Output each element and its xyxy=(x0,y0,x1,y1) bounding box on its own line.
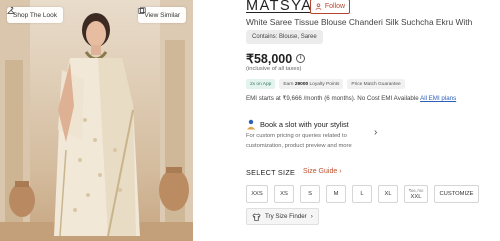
info-icon[interactable]: i xyxy=(296,54,306,63)
view-similar-icon xyxy=(138,7,146,14)
chevron-right-icon[interactable]: › xyxy=(374,127,377,138)
stylist-icon xyxy=(247,119,255,130)
size-option-xxs[interactable]: XXS xyxy=(246,185,268,203)
size-label: XXL xyxy=(410,194,422,200)
emi-info: EMI starts at ₹9,666 /month (6 months). … xyxy=(246,95,456,102)
size-options: XXS XS S M L XL ₹66,700 XXL CUSTOMIZE xyxy=(246,185,479,203)
brand-name-link[interactable]: MATSYA xyxy=(246,0,312,14)
view-similar-label: View Similar xyxy=(144,11,180,19)
select-size-label: SELECT SIZE xyxy=(246,168,296,177)
price-match-chip[interactable]: Price Match Guarantee xyxy=(347,79,405,89)
price: ₹58,000 xyxy=(246,52,293,66)
loyalty-points-value: 29000 xyxy=(294,81,309,87)
size-guide-label: Size Guide xyxy=(303,168,338,175)
product-details: MATSYA Follow White Saree Tissue Blouse … xyxy=(246,0,500,241)
size-option-customize[interactable]: CUSTOMIZE xyxy=(434,185,479,203)
size-option-l[interactable]: L xyxy=(352,185,372,203)
try-size-finder-label: Try Size Finder xyxy=(265,213,307,220)
try-size-finder-button[interactable]: Try Size Finder › xyxy=(246,208,319,225)
contains-chip: Contains: Blouse, Saree xyxy=(246,30,323,44)
shop-the-look-button[interactable]: Shop The Look xyxy=(7,7,63,23)
size-label: XL xyxy=(384,190,392,197)
size-label: L xyxy=(360,190,364,197)
size-guide-link[interactable]: Size Guide › xyxy=(303,168,342,175)
model-illustration xyxy=(0,0,193,241)
shirt-icon xyxy=(252,212,261,221)
size-label: S xyxy=(308,190,312,197)
size-label: XXS xyxy=(251,190,263,197)
size-guide-chevron-icon: › xyxy=(339,168,342,175)
loyalty-suffix: Loyalty Points xyxy=(309,81,340,87)
view-similar-button[interactable]: View Similar xyxy=(138,7,186,23)
price-row: ₹58,000 i xyxy=(246,51,306,66)
loyalty-prefix: Earn xyxy=(283,81,294,87)
hanger-icon xyxy=(7,7,15,14)
size-option-xl[interactable]: XL xyxy=(378,185,398,203)
size-option-m[interactable]: M xyxy=(326,185,346,203)
user-icon xyxy=(315,3,322,10)
offer-chips: 2x on App Earn 29000 Loyalty Points Pric… xyxy=(246,79,405,89)
size-option-xxl[interactable]: ₹66,700 XXL xyxy=(404,185,428,203)
follow-button[interactable]: Follow xyxy=(310,0,350,14)
size-label: CUSTOMIZE xyxy=(439,190,474,197)
stylist-description: For custom pricing or queries related to… xyxy=(246,133,352,149)
tax-note: (inclusive of all taxes) xyxy=(246,66,302,72)
loyalty-points-chip: Earn 29000 Loyalty Points xyxy=(279,79,344,89)
size-option-s[interactable]: S xyxy=(300,185,320,203)
emi-plans-link[interactable]: All EMI plans xyxy=(420,95,456,102)
size-label: M xyxy=(333,190,339,197)
size-label: XS xyxy=(280,190,288,197)
app-offer-chip: 2x on App xyxy=(246,79,276,89)
size-option-xs[interactable]: XS xyxy=(274,185,294,203)
stylist-title: Book a slot with your stylist xyxy=(260,120,349,129)
try-size-finder-chevron-icon: › xyxy=(310,213,313,220)
product-image[interactable]: Shop The Look View Similar xyxy=(0,0,193,241)
shop-the-look-label: Shop The Look xyxy=(13,11,57,19)
follow-label: Follow xyxy=(324,3,346,10)
emi-text: EMI starts at ₹9,666 /month (6 months). … xyxy=(246,95,421,102)
product-title: White Saree Tissue Blouse Chanderi Silk … xyxy=(246,17,473,27)
